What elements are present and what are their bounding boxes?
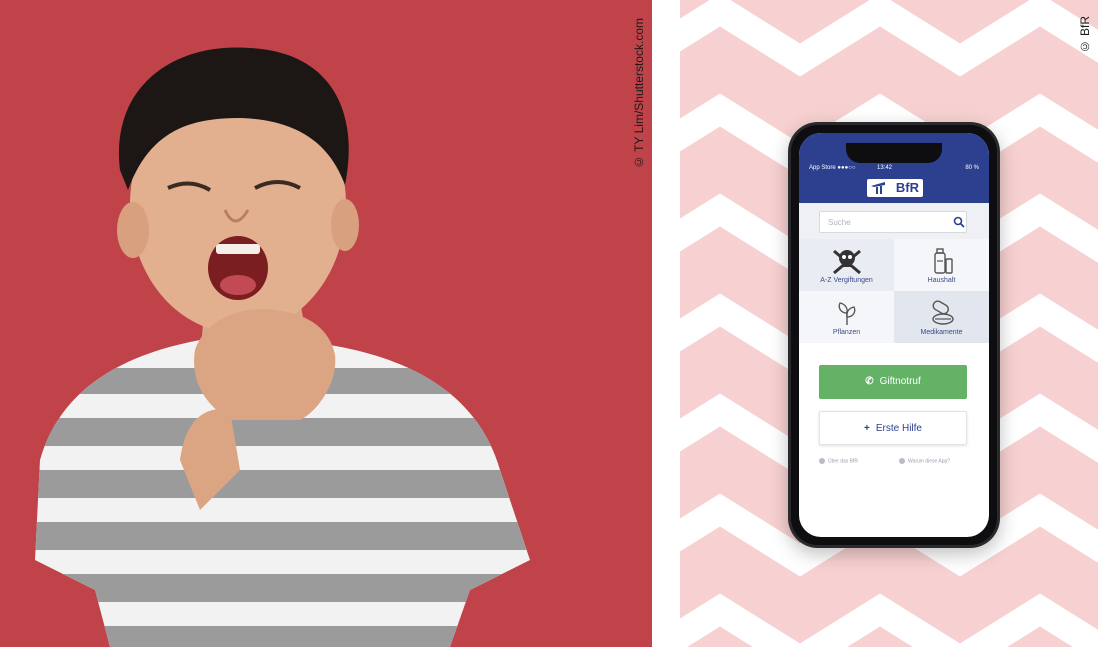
search-icon[interactable] — [953, 216, 965, 228]
question-icon — [899, 458, 905, 464]
erste-hilfe-label: Erste Hilfe — [875, 423, 922, 434]
phone-icon: ✆ — [865, 376, 874, 387]
tile-haushalt[interactable]: Haushalt — [894, 239, 989, 291]
tile-pflanzen[interactable]: Pflanzen — [799, 291, 894, 343]
footer-label-warum-app: Warum diese App? — [908, 458, 951, 465]
skull-crossbones-icon — [832, 249, 861, 275]
child-photo-panel: © TY Lim/Shutterstock.com — [0, 0, 652, 647]
footer-link-uber-bfr[interactable]: Über das BfR — [819, 458, 858, 464]
bfr-logo: BfR — [867, 179, 923, 197]
status-carrier: App Store ●●●○○ — [809, 165, 856, 171]
tile-vergiftungen[interactable]: A-Z Vergiftungen — [799, 239, 894, 291]
info-icon — [819, 458, 825, 464]
tile-label-haushalt: Haushalt — [927, 277, 956, 284]
pills-icon — [931, 300, 954, 325]
search-input[interactable]: Suche — [819, 211, 967, 233]
giftnotruf-button[interactable]: ✆ Giftnotruf — [819, 365, 967, 399]
status-battery: 80 % — [965, 165, 979, 171]
giftnotruf-label: Giftnotruf — [879, 376, 921, 387]
tile-label-medikamente: Medikamente — [920, 329, 963, 336]
photo-credit-right: © BfR — [1078, 16, 1092, 54]
app-mockup-panel: App Store ●●●○○ 13:42 80 % BfR Suche A-Z… — [680, 0, 1098, 647]
tile-medikamente[interactable]: Medikamente — [894, 291, 989, 343]
bfr-logo-mark-icon — [871, 182, 885, 194]
smartphone-mockup: App Store ●●●○○ 13:42 80 % BfR Suche A-Z… — [788, 122, 1000, 548]
footer-link-warum-app[interactable]: Warum diese App? — [899, 458, 950, 464]
plant-leaf-icon — [838, 302, 855, 325]
household-bottle-icon — [933, 248, 953, 274]
child-photo-illustration — [35, 47, 530, 647]
phone-notch — [846, 143, 942, 163]
bfr-logo-text: BfR — [895, 180, 919, 195]
plus-icon: + — [864, 423, 870, 434]
tile-label-pflanzen: Pflanzen — [832, 329, 861, 336]
erste-hilfe-button[interactable]: + Erste Hilfe — [819, 411, 967, 445]
status-time: 13:42 — [877, 165, 893, 171]
photo-credit-left: © TY Lim/Shutterstock.com — [632, 18, 646, 169]
child-hand — [194, 309, 336, 420]
footer-label-uber-bfr: Über das BfR — [828, 458, 859, 465]
status-bar: App Store ●●●○○ 13:42 80 % — [799, 163, 989, 175]
app-screen: App Store ●●●○○ 13:42 80 % BfR Suche A-Z… — [799, 133, 989, 537]
tile-label-vergiftungen: A-Z Vergiftungen — [820, 277, 873, 284]
